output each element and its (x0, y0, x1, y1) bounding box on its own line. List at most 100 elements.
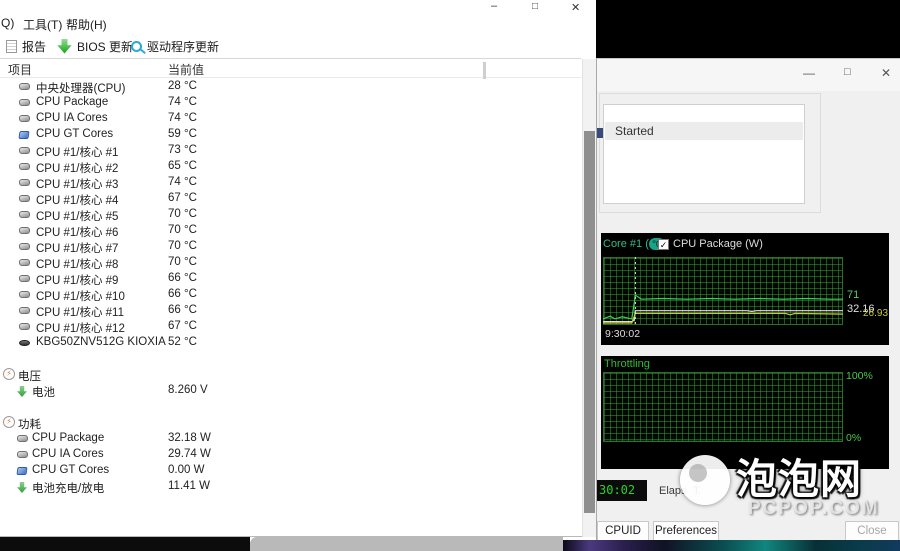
desktop-screenshot: — □ ✕ Started Core #1 ℃ CPU Package (W) … (0, 0, 900, 551)
sensor-row[interactable]: CPU #1/核心 #5 70 °C (0, 207, 581, 223)
desktop-wallpaper-strip (563, 540, 900, 551)
legend-core-temp-label: Core #1 (603, 238, 645, 250)
sensor-row[interactable]: CPU #1/核心 #3 74 °C (0, 175, 581, 191)
sensor-value: 70 °C (168, 256, 197, 268)
sensor-value: 74 °C (168, 112, 197, 124)
sensor-value: 65 °C (168, 160, 197, 172)
menu-item-tools[interactable]: 工具(T) (23, 16, 62, 33)
sensor-label: KBG50ZNV512G KIOXIA (36, 336, 166, 348)
cpuid-button[interactable]: CPUID (597, 521, 649, 541)
sensor-value: 70 °C (168, 240, 197, 252)
close-icon[interactable]: ✕ (571, 1, 580, 14)
sensor-row[interactable]: CPU Package 74 °C (0, 95, 581, 111)
sensor-row[interactable]: CPU GT Cores 59 °C (0, 127, 581, 143)
sensor-row[interactable]: CPU #1/核心 #7 70 °C (0, 239, 581, 255)
minimize-icon[interactable]: – (491, 0, 497, 12)
sensor-value: 73 °C (168, 144, 197, 156)
report-button[interactable]: 报告 (6, 37, 46, 55)
throttling-graph-title: Throttling (604, 358, 650, 370)
sensor-label: CPU #1/核心 #6 (36, 224, 118, 240)
menu-item-fragment[interactable]: Q) (1, 16, 14, 30)
sensor-label: CPU IA Cores (36, 112, 108, 124)
maximize-icon[interactable]: □ (532, 1, 538, 12)
sensor-label: CPU #1/核心 #3 (36, 176, 118, 192)
sensor-row[interactable]: CPU IA Cores 74 °C (0, 111, 581, 127)
menu-item-help[interactable]: 帮助(H) (66, 16, 107, 33)
close-icon[interactable]: ✕ (881, 66, 891, 80)
sensor-value: 11.41 W (168, 480, 210, 492)
sensor-value: 67 °C (168, 192, 197, 204)
sensor-icon (19, 259, 30, 266)
sensor-label: CPU #1/核心 #1 (36, 144, 118, 160)
sensor-value: 59 °C (168, 128, 197, 140)
sensor-row[interactable]: CPU #1/核心 #12 67 °C (0, 319, 581, 335)
sensor-row[interactable]: CPU #1/核心 #4 67 °C (0, 191, 581, 207)
watermark-subtext: PCPOP.COM (748, 498, 880, 520)
watermark: 泡泡网 PCPOP.COM (656, 441, 900, 527)
sensor-label: CPU #1/核心 #9 (36, 272, 118, 288)
sensor-value: 70 °C (168, 208, 197, 220)
sensor-icon (19, 115, 30, 122)
graph-plot (603, 372, 843, 442)
lightning-circle-icon (3, 368, 15, 380)
power-section: 功耗 CPU Package 32.18 W CPU IA Cores 29.7… (0, 415, 581, 495)
report-label: 报告 (22, 38, 46, 55)
sensor-icon (19, 275, 30, 282)
sensor-value: 52 °C (168, 336, 197, 348)
sensor-value: 74 °C (168, 176, 197, 188)
vertical-scrollbar[interactable] (582, 59, 596, 537)
sensor-icon (19, 340, 30, 346)
value-label-temp: 71 (847, 289, 859, 301)
sensor-label: CPU #1/核心 #11 (36, 304, 124, 320)
column-header-value[interactable]: 当前值 (168, 61, 204, 78)
section-header[interactable]: 电压 (0, 367, 581, 383)
legend-package-power: CPU Package (W) (673, 238, 763, 250)
sensor-row[interactable]: CPU GT Cores 0.00 W (0, 463, 581, 479)
scrollbar-thumb[interactable] (584, 131, 595, 513)
column-header-item[interactable]: 项目 (8, 61, 32, 78)
sensor-row[interactable]: CPU #1/核心 #11 66 °C (0, 303, 581, 319)
legend-checkbox[interactable] (658, 239, 669, 250)
sensor-row[interactable]: CPU #1/核心 #9 66 °C (0, 271, 581, 287)
minimize-icon[interactable]: — (803, 66, 815, 80)
sensor-icon (19, 163, 30, 170)
maximize-icon[interactable]: □ (844, 66, 851, 78)
sensor-row[interactable]: 中央处理器(CPU) 28 °C (0, 79, 581, 95)
status-list-item-started[interactable]: Started (605, 122, 803, 140)
sensor-label: CPU Package (36, 96, 108, 108)
sensor-row[interactable]: KBG50ZNV512G KIOXIA 52 °C (0, 335, 581, 351)
sensor-row[interactable]: 电池 8.260 V (0, 383, 581, 399)
sensor-label: CPU #1/核心 #4 (36, 192, 118, 208)
cut-icon-fragment (597, 128, 603, 138)
sensor-row[interactable]: CPU #1/核心 #10 66 °C (0, 287, 581, 303)
sensor-icon (17, 386, 27, 397)
sensor-row[interactable]: CPU #1/核心 #8 70 °C (0, 255, 581, 271)
sensor-row[interactable]: 电池充电/放电 11.41 W (0, 479, 581, 495)
sensor-value: 8.260 V (168, 384, 208, 396)
sensor-icon (19, 83, 30, 90)
sensor-icon (19, 147, 30, 154)
table-header: 项目 当前值 (0, 60, 581, 78)
sensor-row[interactable]: CPU #1/核心 #6 70 °C (0, 223, 581, 239)
sensor-icon (17, 482, 27, 493)
pcpop-logo-icon (680, 455, 730, 505)
sensor-row[interactable]: CPU #1/核心 #2 65 °C (0, 159, 581, 175)
driver-update-button[interactable]: 驱动程序更新 (131, 37, 219, 55)
sensor-label: CPU #1/核心 #8 (36, 256, 118, 272)
section-header[interactable]: 功耗 (0, 415, 581, 431)
bios-update-label: BIOS 更新 (77, 38, 133, 55)
voltage-rows: 电池 8.260 V (0, 383, 581, 399)
graph-start-time: 9:30:02 (605, 328, 640, 340)
sensor-row[interactable]: CPU #1/核心 #1 73 °C (0, 143, 581, 159)
sensor-value: 66 °C (168, 304, 197, 316)
elapsed-time-clock: 30:02 (597, 480, 647, 501)
sensor-icon (19, 195, 30, 202)
sensor-value: 29.74 W (168, 448, 211, 460)
sensor-icon (16, 467, 27, 475)
sensor-label: 电池 (32, 384, 55, 400)
sensor-row[interactable]: CPU Package 32.18 W (0, 431, 581, 447)
sensor-icon (19, 323, 30, 330)
report-icon (6, 40, 17, 53)
sensor-row[interactable]: CPU IA Cores 29.74 W (0, 447, 581, 463)
bios-update-button[interactable]: BIOS 更新 (57, 37, 133, 55)
